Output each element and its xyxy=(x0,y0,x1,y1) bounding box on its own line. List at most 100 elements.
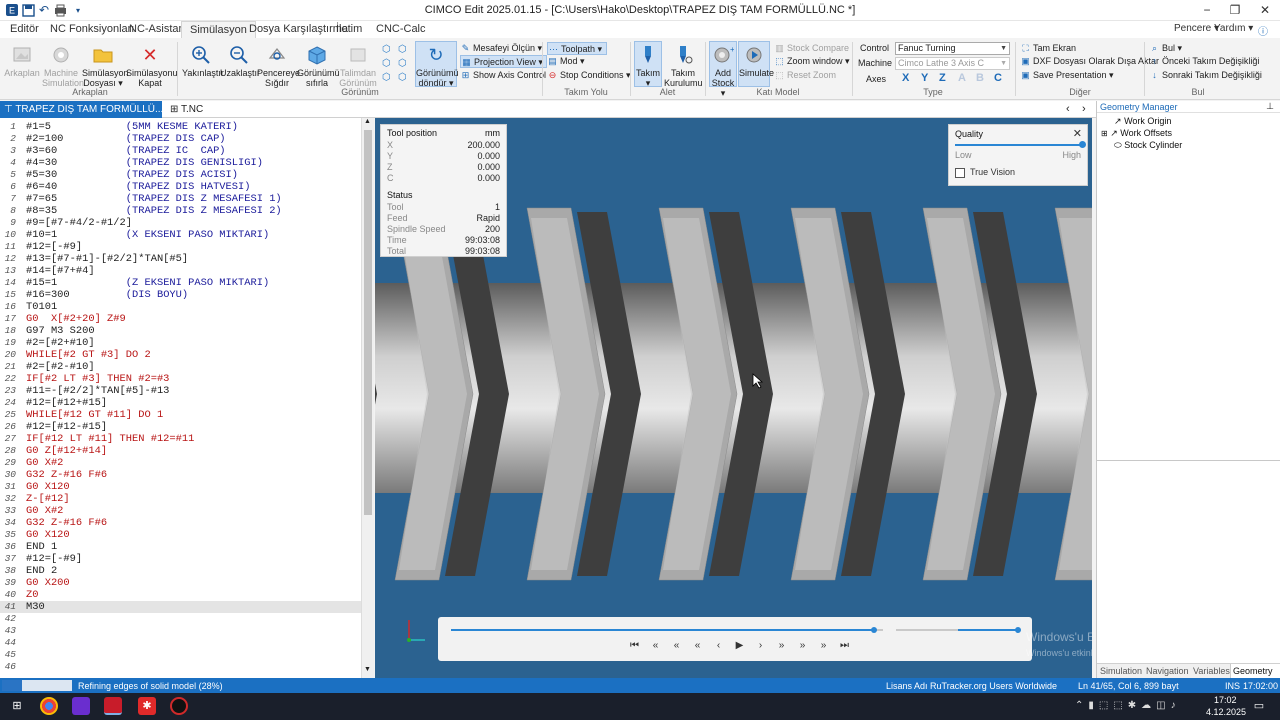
tree-work-offsets[interactable]: ⊞ ↗ Work Offsets xyxy=(1101,128,1172,139)
stop-conditions-button[interactable]: ⊖ Stop Conditions ▾ xyxy=(547,69,631,82)
step-forward-tool-icon[interactable]: » xyxy=(792,640,813,651)
code-line[interactable]: 25 WHILE[#12 GT #11] DO 1 xyxy=(0,409,362,421)
view-right-icon[interactable]: ⬡ xyxy=(398,58,407,69)
control-select[interactable]: Fanuc Turning ▼ xyxy=(895,42,1010,55)
skip-to-start-icon[interactable]: ⏮ xyxy=(624,640,645,651)
mod-button[interactable]: ▤ Mod ▾ xyxy=(547,55,584,68)
scroll-up-icon[interactable]: ▲ xyxy=(364,118,371,125)
step-back-icon[interactable]: ‹ xyxy=(708,640,729,651)
menu-yardim[interactable]: Yardım ▾ xyxy=(1214,23,1253,34)
code-line[interactable]: 45 xyxy=(0,649,362,661)
onceki-takim-button[interactable]: ↑ Önceki Takım Değişikliği xyxy=(1149,55,1259,68)
code-line[interactable]: 39 G0 X200 xyxy=(0,577,362,589)
tree-stock-cylinder[interactable]: ⬭ Stock Cylinder xyxy=(1114,140,1182,151)
obs-icon[interactable] xyxy=(170,697,188,715)
code-line[interactable]: 7 #7=65 (TRAPEZ DIS Z MESAFESI 1) xyxy=(0,193,362,205)
expand-icon[interactable]: ⊞ xyxy=(1101,129,1108,138)
tab-scroll-right-icon[interactable]: › xyxy=(1078,101,1090,118)
close-window-button[interactable]: ✕ xyxy=(1252,2,1278,18)
code-line[interactable]: 29 G0 X#2 xyxy=(0,457,362,469)
machine-select[interactable]: Cimco Lathe 3 Axis C ▼ xyxy=(895,57,1010,70)
show-axis-control-button[interactable]: ⊞ Show Axis Control xyxy=(460,69,546,82)
quality-slider[interactable] xyxy=(955,141,1086,148)
code-line[interactable]: 10 #10=1 (X EKSENI PASO MIKTARI) xyxy=(0,229,362,241)
speed-slider-knob[interactable] xyxy=(1015,627,1021,633)
menu-dosya-karsilastirma[interactable]: Dosya Karşılaştırma xyxy=(249,23,348,35)
save-presentation-button[interactable]: ▣ Save Presentation ▾ xyxy=(1020,69,1113,82)
skip-to-end-icon[interactable]: ⏭ xyxy=(834,640,855,651)
menu-editor[interactable]: Editör xyxy=(10,23,39,35)
code-line[interactable]: 24 #12=[#12+#15] xyxy=(0,397,362,409)
code-line[interactable]: 40 Z0 xyxy=(0,589,362,601)
tab-simulation[interactable]: Simulation xyxy=(1100,666,1142,676)
code-line[interactable]: 22 IF[#2 LT #3] THEN #2=#3 xyxy=(0,373,362,385)
cimco-taskbar-icon[interactable] xyxy=(104,697,122,715)
talimdan-gorunum-button[interactable]: Talimdan Görünüm xyxy=(338,44,378,88)
save-icon[interactable] xyxy=(20,2,36,18)
gorunumu-sifirla-button[interactable]: Görünümü sıfırla xyxy=(297,44,340,88)
takim-button[interactable]: Takım ▾ xyxy=(634,41,662,88)
app-red-icon[interactable]: ✱ xyxy=(138,697,156,715)
menu-nc-fonksiyonlari[interactable]: NC Fonksiyonları xyxy=(50,23,134,35)
code-line[interactable]: 15 #16=300 (DIS BOYU) xyxy=(0,289,362,301)
axis-b-toggle[interactable]: B xyxy=(976,72,984,84)
menu-pencere[interactable]: Pencere ▾ xyxy=(1174,23,1219,34)
code-line[interactable]: 23 #11=-[#2/2]*TAN[#5]-#13 xyxy=(0,385,362,397)
close-quality-icon[interactable]: ✕ xyxy=(1073,127,1082,140)
takim-kurulumu-button[interactable]: Takım Kurulumu xyxy=(664,44,703,88)
code-line[interactable]: 35 G0 X120 xyxy=(0,529,362,541)
code-line[interactable]: 3 #3=60 (TRAPEZ IC CAP) xyxy=(0,145,362,157)
bul-button[interactable]: ⌕ Bul ▾ xyxy=(1149,42,1182,55)
axis-c-toggle[interactable]: C xyxy=(994,72,1002,84)
code-line[interactable]: 42 xyxy=(0,613,362,625)
menu-iletim[interactable]: İletim xyxy=(336,23,362,35)
speed-slider[interactable] xyxy=(896,627,1021,633)
code-line[interactable]: 26 #12=[#12-#15] xyxy=(0,421,362,433)
code-line[interactable]: 28 G0 Z[#12+#14] xyxy=(0,445,362,457)
menu-cnc-calc[interactable]: CNC-Calc xyxy=(376,23,426,35)
chrome-icon[interactable] xyxy=(40,697,58,715)
code-line[interactable]: 17 G0 X[#2+20] Z#9 xyxy=(0,313,362,325)
code-line[interactable]: 27 IF[#12 LT #11] THEN #12=#11 xyxy=(0,433,362,445)
axis-z-toggle[interactable]: Z xyxy=(939,72,946,84)
tab-navigation[interactable]: Navigation xyxy=(1146,666,1189,676)
code-line[interactable]: 38 END 2 xyxy=(0,565,362,577)
zoom-window-button[interactable]: ⬚ Zoom window ▾ xyxy=(774,55,849,68)
gorunumu-dondur-button[interactable]: ↻ Görünümü döndür ▾ xyxy=(415,41,459,88)
code-line[interactable]: 6 #6=40 (TRAPEZ DIS HATVESI) xyxy=(0,181,362,193)
view-left-icon[interactable]: ⬡ xyxy=(382,58,391,69)
toolpath-button[interactable]: ⋯ Toolpath ▾ xyxy=(547,42,608,55)
minimize-button[interactable]: − xyxy=(1194,2,1220,18)
pin-icon[interactable]: ⊥ xyxy=(1266,101,1274,112)
code-line[interactable]: 46 xyxy=(0,661,362,673)
quick-access-dropdown-icon[interactable]: ▾ xyxy=(70,2,86,18)
projection-view-button[interactable]: ▦ Projection View ▾ xyxy=(460,55,547,68)
code-line[interactable]: 36 END 1 xyxy=(0,541,362,553)
play-icon[interactable]: ▶ xyxy=(729,640,750,651)
step-forward-icon[interactable]: › xyxy=(750,640,771,651)
print-icon[interactable] xyxy=(52,2,68,18)
arkaplan-button[interactable]: Arkaplan xyxy=(4,44,40,78)
tree-work-origin[interactable]: ↗ Work Origin xyxy=(1114,116,1171,127)
code-line[interactable]: 1 #1=5 (5MM KESME KATERI) xyxy=(0,121,362,133)
tam-ekran-button[interactable]: ⛶ Tam Ekran xyxy=(1020,42,1076,55)
code-line[interactable]: 43 xyxy=(0,625,362,637)
simulation-viewport[interactable]: Tool position mm X 200.000 Y 0.000 Z 0.000 … xyxy=(375,118,1092,678)
code-line[interactable]: 5 #5=30 (TRAPEZ DIS ACISI) xyxy=(0,169,362,181)
dxf-export-button[interactable]: ▣ DXF Dosyası Olarak Dışa Aktar xyxy=(1020,55,1159,68)
code-line[interactable]: 14 #15=1 (Z EKSENI PASO MIKTARI) xyxy=(0,277,362,289)
undo-icon[interactable]: ↶ xyxy=(36,2,52,18)
view-bottom-icon[interactable]: ⬡ xyxy=(398,72,407,83)
step-forward-line-icon[interactable]: » xyxy=(771,640,792,651)
quality-slider-knob[interactable] xyxy=(1079,141,1086,148)
code-line[interactable]: 16 T0101 xyxy=(0,301,362,313)
code-line[interactable]: 2 #2=100 (TRAPEZ DIS CAP) xyxy=(0,133,362,145)
tab-geometry[interactable]: Geometry ... xyxy=(1230,664,1280,686)
app-purple-icon[interactable] xyxy=(72,697,90,715)
sonraki-takim-button[interactable]: ↓ Sonraki Takım Değişikliği xyxy=(1149,69,1262,82)
add-stock-button[interactable]: + Add Stock ▾ xyxy=(709,41,737,98)
simulasyonu-kapat-button[interactable]: ✕ Simülasyonu Kapat xyxy=(126,44,178,88)
code-line[interactable]: 11 #12=[-#9] xyxy=(0,241,362,253)
tab-scroll-left-icon[interactable]: ‹ xyxy=(1062,101,1074,118)
reset-zoom-button[interactable]: ⬚ Reset Zoom xyxy=(774,69,836,82)
